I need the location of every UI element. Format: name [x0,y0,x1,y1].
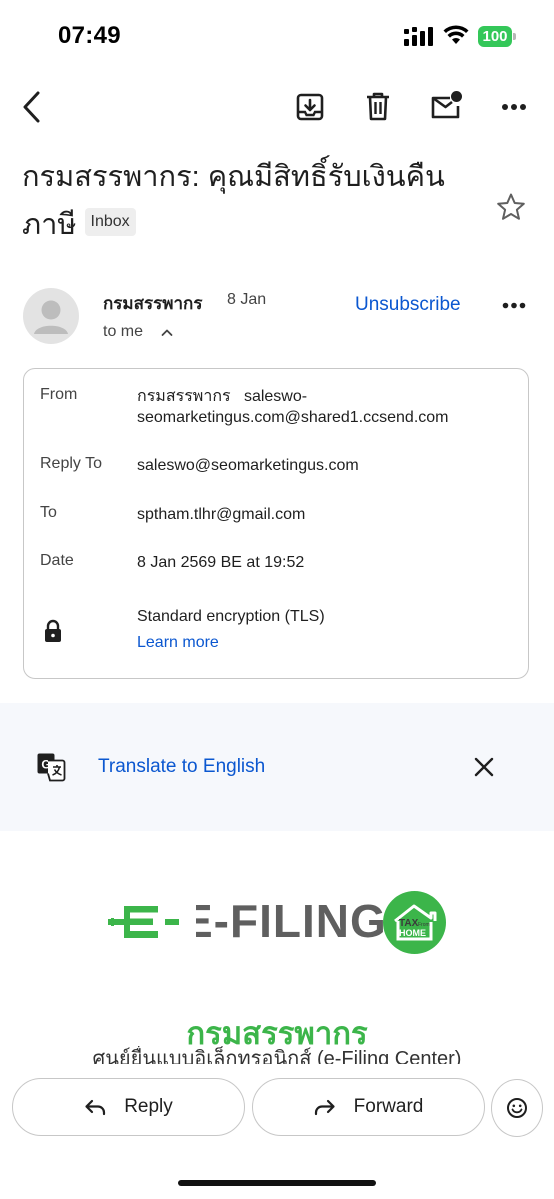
battery-icon: 100 [478,26,516,47]
from-value: กรมสรรพากร saleswo- seomarketingus.com@s… [137,386,449,428]
from-email-line2: seomarketingus.com@shared1.ccsend.com [137,409,449,426]
to-value: sptham.tlhr@gmail.com [137,506,306,523]
home-indicator[interactable] [178,1180,376,1186]
from-label: From [40,386,78,403]
trash-icon[interactable] [365,91,391,122]
from-email-line1: saleswo- [243,388,308,405]
badge-home: HOME [399,928,426,938]
person-icon [34,300,68,334]
more-options-icon[interactable] [501,103,527,111]
date-value: 8 Jan 2569 BE at 19:52 [137,554,305,571]
smiley-icon [507,1098,527,1118]
battery-level: 100 [478,26,512,47]
reply-to-label: Reply To [40,455,102,472]
sender-date: 8 Jan [227,291,267,308]
star-icon[interactable] [496,192,526,222]
chevron-up-icon[interactable] [160,326,174,338]
back-chevron-icon[interactable] [20,90,44,124]
mark-unread-icon[interactable] [430,90,462,120]
e-filing-e-icon [108,906,179,938]
emoji-reaction-button[interactable] [491,1079,543,1137]
to-label: To [40,504,57,521]
reply-arrow-icon [85,1099,106,1116]
forward-label: Forward [353,1096,424,1117]
sender-avatar[interactable] [23,288,79,344]
lock-icon [45,619,61,642]
forward-button[interactable]: Forward [252,1078,485,1136]
reply-to-value: saleswo@seomarketingus.com [137,457,359,474]
date-label: Date [40,552,74,569]
wifi-icon [443,25,469,44]
reply-label: Reply [124,1096,173,1117]
status-time: 07:49 [58,22,121,49]
label-chip-inbox[interactable]: Inbox [84,208,136,237]
e-filing-logo-mark [108,904,194,940]
email-subject: กรมสรรพากร: คุณมีสิทธิ์รับเงินคืนภาษี Inb… [22,153,472,249]
unsubscribe-link[interactable]: Unsubscribe [355,294,461,316]
recipient-summary[interactable]: to me [103,323,143,341]
sender-more-icon[interactable] [502,302,526,309]
close-icon[interactable] [474,757,494,777]
body-subtitle: ศูนย์ยื่นแบบอิเล็กทรอนิกส์ (e-Filing Cen… [92,1048,462,1064]
encryption-text: Standard encryption (TLS) [137,608,325,625]
archive-icon[interactable] [296,92,324,122]
reply-button[interactable]: Reply [12,1078,245,1136]
tax-from-home-badge: TAX From HOME [383,891,446,954]
forward-arrow-icon [314,1099,335,1116]
cellular-signal-icon [404,27,433,46]
sender-name[interactable]: กรมสรรพากร [103,290,202,317]
learn-more-link[interactable]: Learn more [137,634,219,652]
translate-to-english-button[interactable]: Translate to English [98,756,265,778]
translate-bar [0,703,554,831]
e-filing-wordmark: E-FILING [182,895,387,947]
translate-icon: G [37,753,66,782]
from-name: กรมสรรพากร [137,388,231,405]
